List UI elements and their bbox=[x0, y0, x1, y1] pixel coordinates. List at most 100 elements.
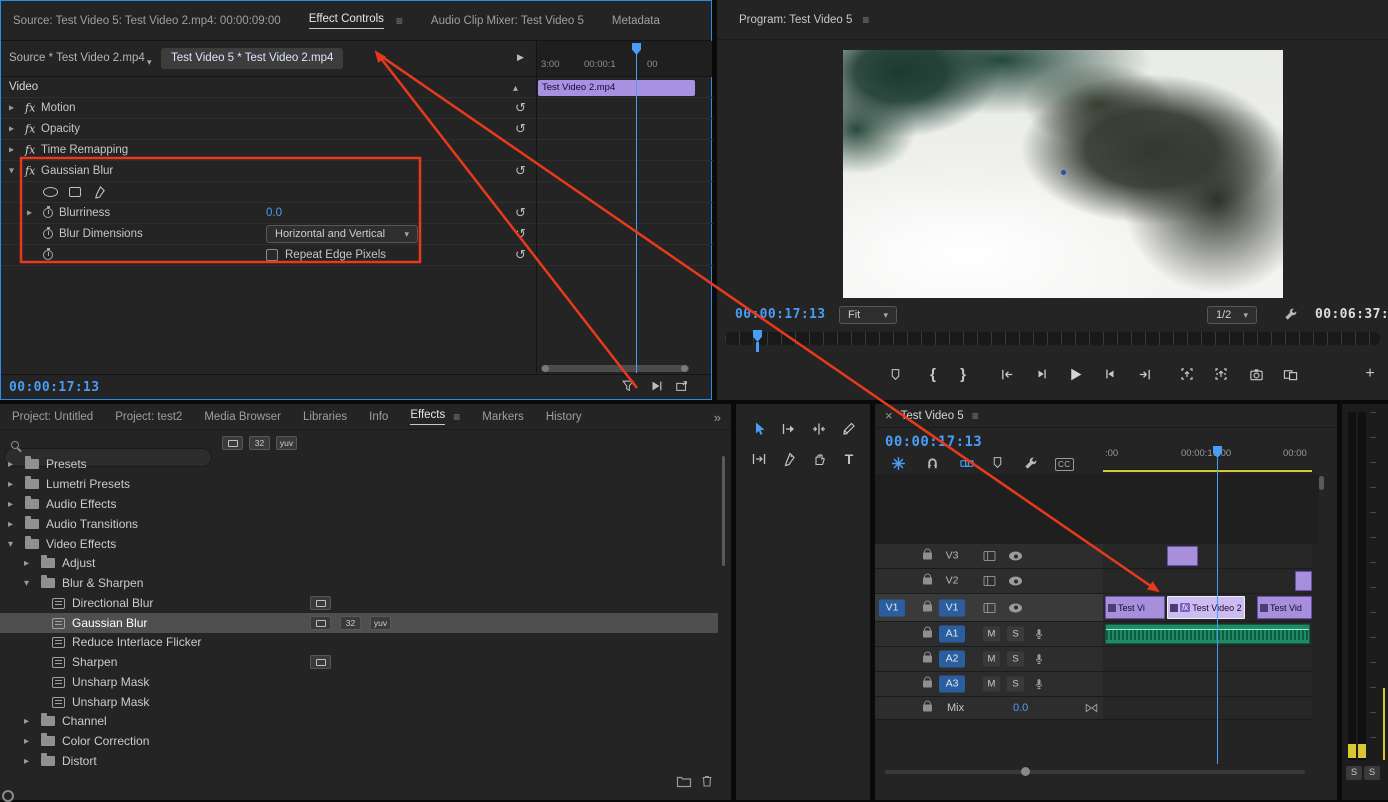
fx-icon[interactable]: fx bbox=[25, 165, 35, 178]
timeline-clip[interactable] bbox=[1295, 571, 1312, 591]
param-row-blur-dimensions[interactable]: Blur Dimensions Horizontal and Vertical bbox=[1, 224, 713, 245]
tree-item-audio-effects[interactable]: Audio Effects bbox=[0, 494, 718, 514]
blur-dimensions-dropdown[interactable]: Horizontal and Vertical bbox=[266, 225, 418, 243]
chevron-right-icon[interactable] bbox=[24, 736, 34, 747]
mute-button[interactable]: M bbox=[983, 677, 1000, 692]
add-marker-button[interactable] bbox=[882, 362, 908, 386]
tab-libraries[interactable]: Libraries bbox=[303, 411, 347, 423]
tree-item-unsharp-mask-2[interactable]: Unsharp Mask bbox=[0, 692, 718, 712]
track-output-eye-icon[interactable] bbox=[1009, 603, 1022, 612]
mute-button[interactable]: M bbox=[983, 652, 1000, 667]
tree-item-color-correction[interactable]: Color Correction bbox=[0, 731, 718, 751]
chevron-right-icon[interactable] bbox=[27, 208, 37, 219]
resolution-dropdown[interactable]: 1/2 bbox=[1207, 306, 1257, 324]
reset-effect-icon[interactable] bbox=[515, 121, 526, 137]
track-target-a3[interactable]: A3 bbox=[939, 676, 965, 693]
rectangle-mask-icon[interactable] bbox=[69, 187, 81, 197]
tab-project-untitled[interactable]: Project: Untitled bbox=[12, 411, 93, 423]
captions-icon[interactable]: CC bbox=[1055, 458, 1074, 471]
linked-selection-icon[interactable] bbox=[959, 456, 975, 471]
tab-info[interactable]: Info bbox=[369, 411, 388, 423]
solo-button[interactable]: S bbox=[1007, 652, 1024, 667]
tree-item-adjust[interactable]: Adjust bbox=[0, 553, 718, 573]
effect-row-time-remapping[interactable]: fx Time Remapping bbox=[1, 140, 713, 161]
settings-wrench-icon[interactable] bbox=[1283, 307, 1298, 322]
chevron-down-icon[interactable] bbox=[147, 54, 152, 68]
mini-timeline-play-icon[interactable]: ▶ bbox=[517, 52, 524, 63]
lock-icon[interactable] bbox=[923, 681, 932, 688]
voiceover-mic-icon[interactable] bbox=[1033, 678, 1045, 691]
tab-markers[interactable]: Markers bbox=[482, 411, 524, 423]
export-frame-icon[interactable] bbox=[675, 379, 689, 393]
chevron-right-icon[interactable] bbox=[9, 124, 19, 135]
mix-bowtie-icon[interactable] bbox=[1085, 703, 1098, 714]
mini-timeline-clip[interactable]: Test Video 2.mp4 bbox=[538, 80, 695, 96]
lock-icon[interactable] bbox=[923, 656, 932, 663]
stopwatch-icon[interactable] bbox=[43, 250, 53, 260]
solo-button[interactable]: S bbox=[1007, 627, 1024, 642]
type-tool[interactable]: T bbox=[836, 446, 862, 472]
fx-icon[interactable]: fx bbox=[25, 123, 35, 136]
chevron-right-icon[interactable] bbox=[8, 459, 18, 470]
source-patch-v1[interactable]: V1 bbox=[879, 599, 905, 616]
effect-row-motion[interactable]: fx Motion bbox=[1, 98, 713, 119]
hand-tool[interactable] bbox=[806, 446, 832, 472]
tree-item-video-effects[interactable]: Video Effects bbox=[0, 534, 718, 554]
effect-row-gaussian-blur[interactable]: fx Gaussian Blur bbox=[1, 161, 713, 182]
track-lane-mix[interactable] bbox=[1103, 697, 1312, 720]
step-forward-button[interactable] bbox=[1097, 362, 1123, 386]
stopwatch-icon[interactable] bbox=[43, 229, 53, 239]
tree-item-sharpen[interactable]: Sharpen bbox=[0, 652, 718, 672]
tab-source-monitor[interactable]: Source: Test Video 5: Test Video 2.mp4: … bbox=[13, 15, 281, 27]
pen-tool[interactable] bbox=[776, 446, 802, 472]
32bit-effects-badge[interactable]: 32 bbox=[249, 436, 270, 450]
track-target-a1[interactable]: A1 bbox=[939, 626, 965, 643]
timeline-clip[interactable]: Test Vid bbox=[1257, 596, 1312, 619]
mini-timeline-ruler[interactable]: 3:00 00:00:1 00 bbox=[536, 41, 712, 77]
track-select-forward-tool[interactable] bbox=[776, 416, 802, 442]
timeline-settings-wrench-icon[interactable] bbox=[1023, 456, 1038, 471]
reset-param-icon[interactable] bbox=[515, 205, 526, 221]
reset-effect-icon[interactable] bbox=[515, 163, 526, 179]
track-output-eye-icon[interactable] bbox=[1009, 577, 1022, 586]
reset-param-icon[interactable] bbox=[515, 247, 526, 263]
tree-item-presets[interactable]: Presets bbox=[0, 454, 718, 474]
panel-menu-icon[interactable] bbox=[862, 13, 869, 27]
tree-item-audio-transitions[interactable]: Audio Transitions bbox=[0, 514, 718, 534]
timeline-audio-clip[interactable] bbox=[1105, 624, 1310, 644]
tab-effect-controls[interactable]: Effect Controls bbox=[309, 13, 384, 29]
tab-metadata[interactable]: Metadata bbox=[612, 15, 660, 27]
new-bin-icon[interactable] bbox=[676, 774, 692, 788]
tab-audio-clip-mixer[interactable]: Audio Clip Mixer: Test Video 5 bbox=[431, 15, 584, 27]
program-timecode[interactable]: 00:00:17:13 bbox=[735, 307, 826, 322]
tree-item-lumetri-presets[interactable]: Lumetri Presets bbox=[0, 474, 718, 494]
sequence-clip-pill[interactable]: Test Video 5 * Test Video 2.mp4 bbox=[161, 48, 343, 69]
reset-param-icon[interactable] bbox=[515, 226, 526, 242]
nest-toggle-icon[interactable] bbox=[891, 456, 906, 471]
chevron-right-icon[interactable] bbox=[8, 479, 18, 490]
zoom-handle-left[interactable] bbox=[542, 365, 549, 372]
track-lane-v1[interactable]: Test Vi fx Test Video 2 Test Vid bbox=[1103, 594, 1312, 622]
voiceover-mic-icon[interactable] bbox=[1033, 628, 1045, 641]
solo-button[interactable]: S bbox=[1007, 677, 1024, 692]
sync-lock-icon[interactable] bbox=[983, 551, 996, 562]
timeline-clip-selected[interactable]: fx Test Video 2 bbox=[1167, 596, 1245, 619]
ellipse-mask-icon[interactable] bbox=[43, 187, 58, 197]
repeat-edge-pixels-checkbox[interactable] bbox=[266, 249, 278, 261]
chevron-down-icon[interactable] bbox=[24, 578, 34, 589]
add-button[interactable]: + bbox=[1357, 362, 1383, 386]
reset-effect-icon[interactable] bbox=[515, 100, 526, 116]
tree-item-distort[interactable]: Distort bbox=[0, 751, 718, 771]
play-button[interactable] bbox=[1062, 362, 1088, 386]
track-target-v1[interactable]: V1 bbox=[939, 599, 965, 616]
delete-icon[interactable] bbox=[700, 774, 714, 788]
comparison-view-button[interactable] bbox=[1277, 362, 1303, 386]
program-video-frame[interactable] bbox=[843, 50, 1283, 298]
zoom-handle-right[interactable] bbox=[681, 365, 688, 372]
extract-button[interactable] bbox=[1208, 362, 1234, 386]
export-frame-button[interactable] bbox=[1243, 362, 1269, 386]
timeline-timecode[interactable]: 00:00:17:13 bbox=[885, 434, 982, 450]
track-output-eye-icon[interactable] bbox=[1009, 552, 1022, 561]
sync-lock-icon[interactable] bbox=[983, 576, 996, 587]
timeline-ruler[interactable]: :00 00:00:16:00 00:00 bbox=[1103, 444, 1312, 470]
